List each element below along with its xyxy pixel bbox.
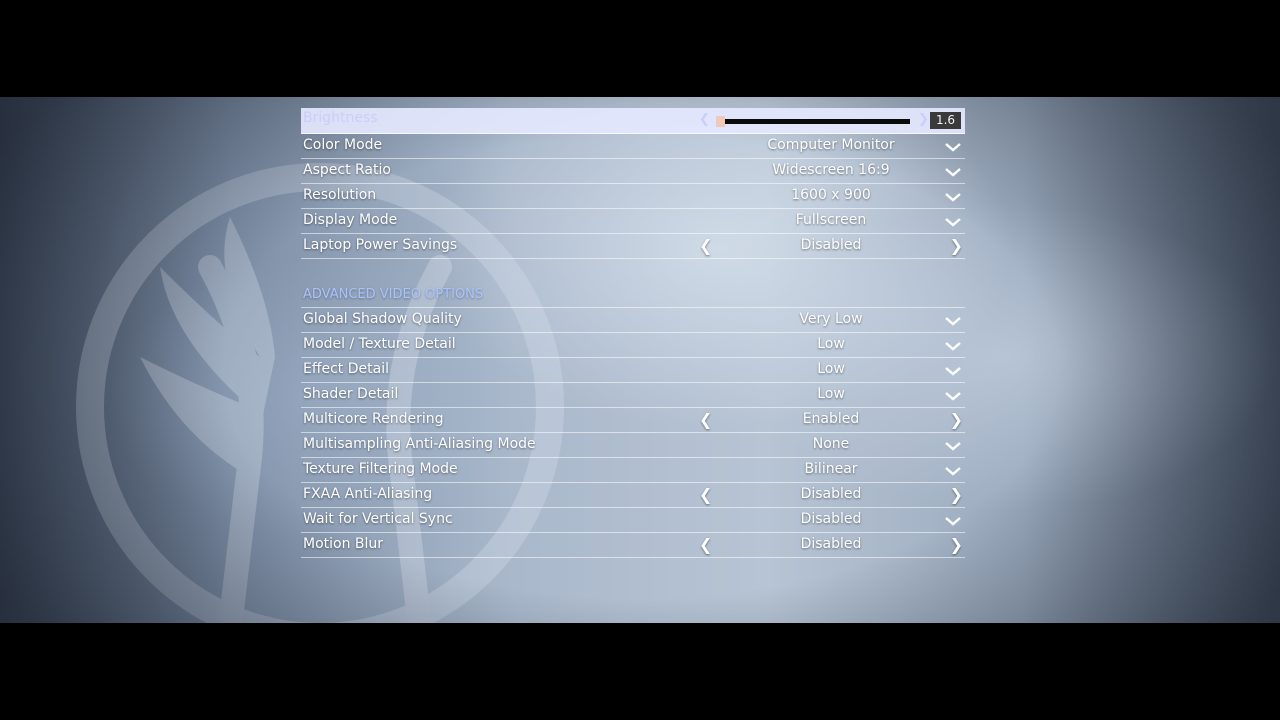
setting-value: Computer Monitor bbox=[767, 137, 895, 153]
brightness-slider-track[interactable] bbox=[720, 119, 910, 124]
brightness-value: 1.6 bbox=[930, 112, 961, 129]
setting-label: Laptop Power Savings bbox=[303, 237, 458, 253]
setting-row-multicore-rendering[interactable]: Multicore Rendering ❮ Enabled ❯ bbox=[301, 409, 965, 433]
setting-label: Shader Detail bbox=[303, 386, 399, 402]
setting-label: Resolution bbox=[303, 187, 377, 203]
setting-row-model-texture-detail[interactable]: Model / Texture Detail Low bbox=[301, 334, 965, 358]
setting-value: Low bbox=[817, 361, 845, 377]
chevron-down-icon[interactable] bbox=[945, 466, 961, 476]
chevron-down-icon[interactable] bbox=[945, 142, 961, 152]
setting-label: Motion Blur bbox=[303, 536, 384, 552]
video-settings-panel: Brightness ❮ ❯ 1.6 Color Mode Computer M… bbox=[301, 108, 965, 559]
chevron-down-icon[interactable] bbox=[945, 167, 961, 177]
chevron-down-icon[interactable] bbox=[945, 391, 961, 401]
setting-value: 1600 x 900 bbox=[791, 187, 871, 203]
setting-row-color-mode[interactable]: Color Mode Computer Monitor bbox=[301, 135, 965, 159]
setting-value: Enabled bbox=[802, 411, 860, 427]
chevron-right-icon[interactable]: ❯ bbox=[950, 485, 963, 504]
setting-label: FXAA Anti-Aliasing bbox=[303, 486, 433, 502]
setting-row-global-shadow-quality[interactable]: Global Shadow Quality Very Low bbox=[301, 309, 965, 333]
chevron-right-icon[interactable]: ❯ bbox=[950, 535, 963, 554]
setting-value: Disabled bbox=[800, 486, 862, 502]
chevron-left-icon[interactable]: ❮ bbox=[699, 410, 712, 429]
chevron-right-icon[interactable]: ❯ bbox=[950, 410, 963, 429]
section-title: ADVANCED VIDEO OPTIONS bbox=[303, 287, 484, 302]
setting-row-motion-blur[interactable]: Motion Blur ❮ Disabled ❯ bbox=[301, 534, 965, 558]
setting-label: Color Mode bbox=[303, 137, 383, 153]
brightness-slider-thumb[interactable] bbox=[716, 116, 725, 127]
setting-value: Low bbox=[817, 336, 845, 352]
setting-value: Disabled bbox=[800, 237, 862, 253]
setting-row-resolution[interactable]: Resolution 1600 x 900 bbox=[301, 185, 965, 209]
setting-value: Bilinear bbox=[804, 461, 858, 477]
advanced-video-options-header: ADVANCED VIDEO OPTIONS bbox=[301, 284, 965, 308]
chevron-down-icon[interactable] bbox=[945, 217, 961, 227]
letterbox-bottom bbox=[0, 623, 1280, 720]
setting-value: Disabled bbox=[800, 511, 862, 527]
chevron-left-icon[interactable]: ❮ bbox=[699, 485, 712, 504]
setting-row-fxaa-anti-aliasing[interactable]: FXAA Anti-Aliasing ❮ Disabled ❯ bbox=[301, 484, 965, 508]
chevron-down-icon[interactable] bbox=[945, 516, 961, 526]
chevron-down-icon[interactable] bbox=[945, 192, 961, 202]
chevron-down-icon[interactable] bbox=[945, 316, 961, 326]
chevron-right-icon[interactable]: ❯ bbox=[918, 112, 929, 127]
chevron-left-icon[interactable]: ❮ bbox=[699, 535, 712, 554]
chevron-down-icon[interactable] bbox=[945, 441, 961, 451]
setting-label: Brightness bbox=[303, 110, 378, 126]
setting-label: Multisampling Anti-Aliasing Mode bbox=[303, 436, 536, 452]
setting-row-laptop-power-savings[interactable]: Laptop Power Savings ❮ Disabled ❯ bbox=[301, 235, 965, 259]
setting-row-wait-for-vertical-sync[interactable]: Wait for Vertical Sync Disabled bbox=[301, 509, 965, 533]
setting-value: Very Low bbox=[799, 311, 863, 327]
setting-label: Global Shadow Quality bbox=[303, 311, 462, 327]
setting-label: Texture Filtering Mode bbox=[303, 461, 458, 477]
setting-row-shader-detail[interactable]: Shader Detail Low bbox=[301, 384, 965, 408]
setting-row-display-mode[interactable]: Display Mode Fullscreen bbox=[301, 210, 965, 234]
chevron-down-icon[interactable] bbox=[945, 366, 961, 376]
setting-value: Low bbox=[817, 386, 845, 402]
setting-value: Disabled bbox=[800, 536, 862, 552]
chevron-left-icon[interactable]: ❮ bbox=[699, 112, 710, 127]
chevron-down-icon[interactable] bbox=[945, 341, 961, 351]
setting-value: None bbox=[812, 436, 850, 452]
setting-value: Widescreen 16:9 bbox=[772, 162, 890, 178]
setting-row-effect-detail[interactable]: Effect Detail Low bbox=[301, 359, 965, 383]
setting-label: Display Mode bbox=[303, 212, 398, 228]
setting-label: Wait for Vertical Sync bbox=[303, 511, 453, 527]
setting-value: Fullscreen bbox=[795, 212, 867, 228]
setting-row-aspect-ratio[interactable]: Aspect Ratio Widescreen 16:9 bbox=[301, 160, 965, 184]
setting-label: Multicore Rendering bbox=[303, 411, 444, 427]
setting-row-brightness[interactable]: Brightness ❮ ❯ 1.6 bbox=[301, 108, 965, 134]
setting-label: Effect Detail bbox=[303, 361, 389, 377]
setting-row-texture-filtering-mode[interactable]: Texture Filtering Mode Bilinear bbox=[301, 459, 965, 483]
letterbox-top bbox=[0, 0, 1280, 97]
setting-label: Model / Texture Detail bbox=[303, 336, 456, 352]
setting-row-msaa-mode[interactable]: Multisampling Anti-Aliasing Mode None bbox=[301, 434, 965, 458]
setting-label: Aspect Ratio bbox=[303, 162, 391, 178]
chevron-left-icon[interactable]: ❮ bbox=[699, 236, 712, 255]
chevron-right-icon[interactable]: ❯ bbox=[950, 236, 963, 255]
